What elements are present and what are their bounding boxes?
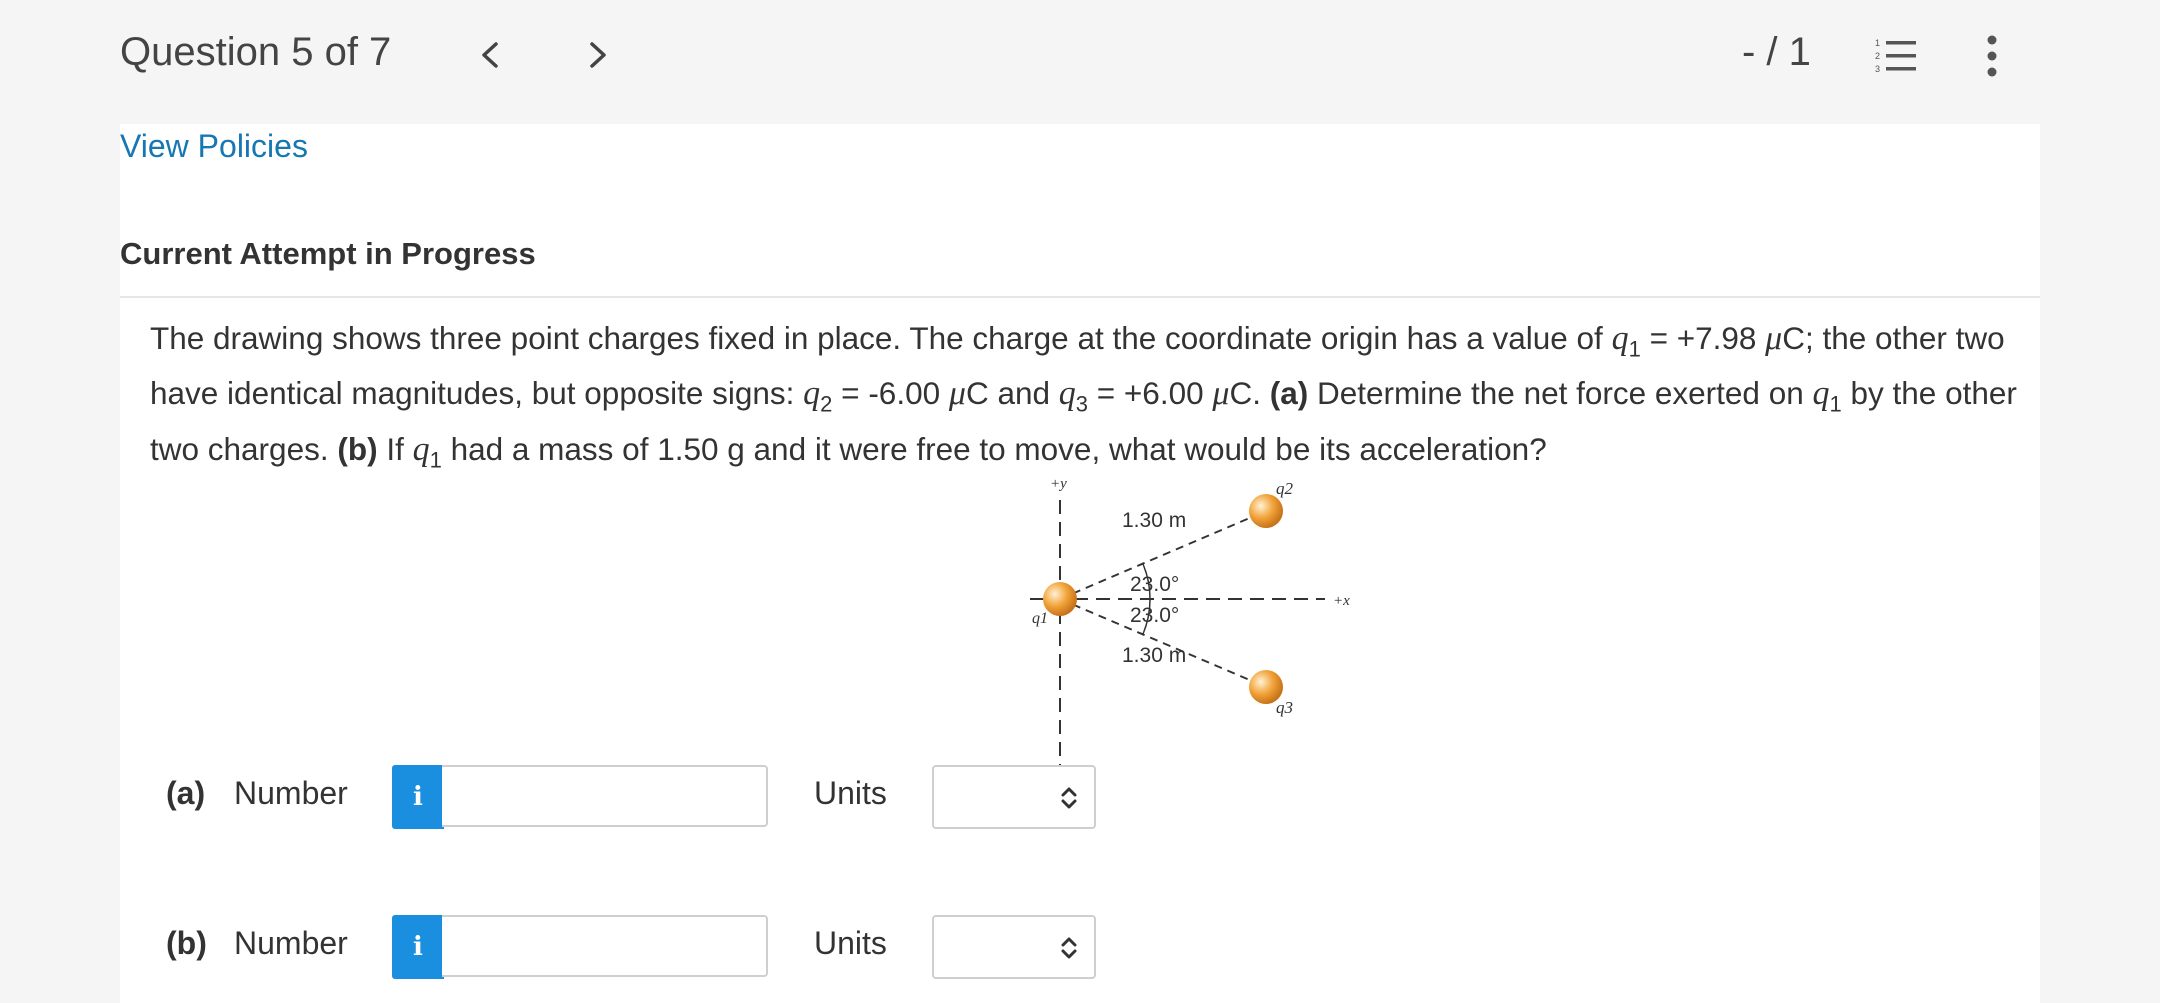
answer-row-a: (a) Number i Units [120,765,2040,835]
angle-label-top: 23.0° [1130,573,1179,596]
numbered-list-icon: 1 2 3 [1875,38,1916,74]
y-axis-label: +y [1050,476,1067,492]
distance-label-bottom: 1.30 m [1122,644,1186,667]
charge-q2 [1249,494,1283,528]
next-question-button[interactable] [578,30,618,80]
number-input-a[interactable] [442,765,768,827]
view-policies-link[interactable]: View Policies [120,128,308,165]
part-label-a: (a) [166,775,206,811]
q3-label: q3 [1276,698,1293,717]
chevron-right-icon [590,42,606,68]
attempt-heading: Current Attempt in Progress [120,236,536,271]
question-content: View Policies Current Attempt in Progres… [120,124,2040,1003]
units-select-b[interactable] [932,915,1096,979]
previous-question-button[interactable] [470,30,510,80]
info-button-a[interactable]: i [392,765,444,829]
info-button-b[interactable]: i [392,915,444,979]
q2-label: q2 [1276,479,1294,498]
divider [120,296,2040,298]
more-options-button[interactable] [1980,32,2004,80]
up-down-chevron-icon [1061,787,1077,809]
answer-row-b: (b) Number i Units [120,915,2040,985]
question-list-button[interactable]: 1 2 3 [1872,36,1918,76]
score-display: - / 1 [1742,30,1811,74]
question-counter: Question 5 of 7 [120,30,392,74]
number-label-b: Number [234,925,348,961]
q1-label: q1 [1032,610,1048,627]
angle-label-bottom: 23.0° [1130,604,1179,627]
x-axis-label: +x [1333,593,1350,609]
svg-text:1: 1 [1875,38,1880,48]
charge-q1 [1043,582,1077,616]
question-header: Question 5 of 7 - / 1 1 2 3 [0,0,2160,124]
units-label-b: Units [814,925,887,961]
kebab-menu-icon [1987,35,1997,77]
distance-label-top: 1.30 m [1122,509,1186,532]
number-input-b[interactable] [442,915,768,977]
units-select-a[interactable] [932,765,1096,829]
up-down-chevron-icon [1061,937,1077,959]
chevron-left-icon [482,42,498,68]
svg-text:3: 3 [1875,64,1880,74]
units-label-a: Units [814,775,887,811]
part-label-b: (b) [166,925,207,961]
number-label-a: Number [234,775,348,811]
svg-text:2: 2 [1875,51,1880,61]
problem-statement: The drawing shows three point charges fi… [150,320,2017,472]
